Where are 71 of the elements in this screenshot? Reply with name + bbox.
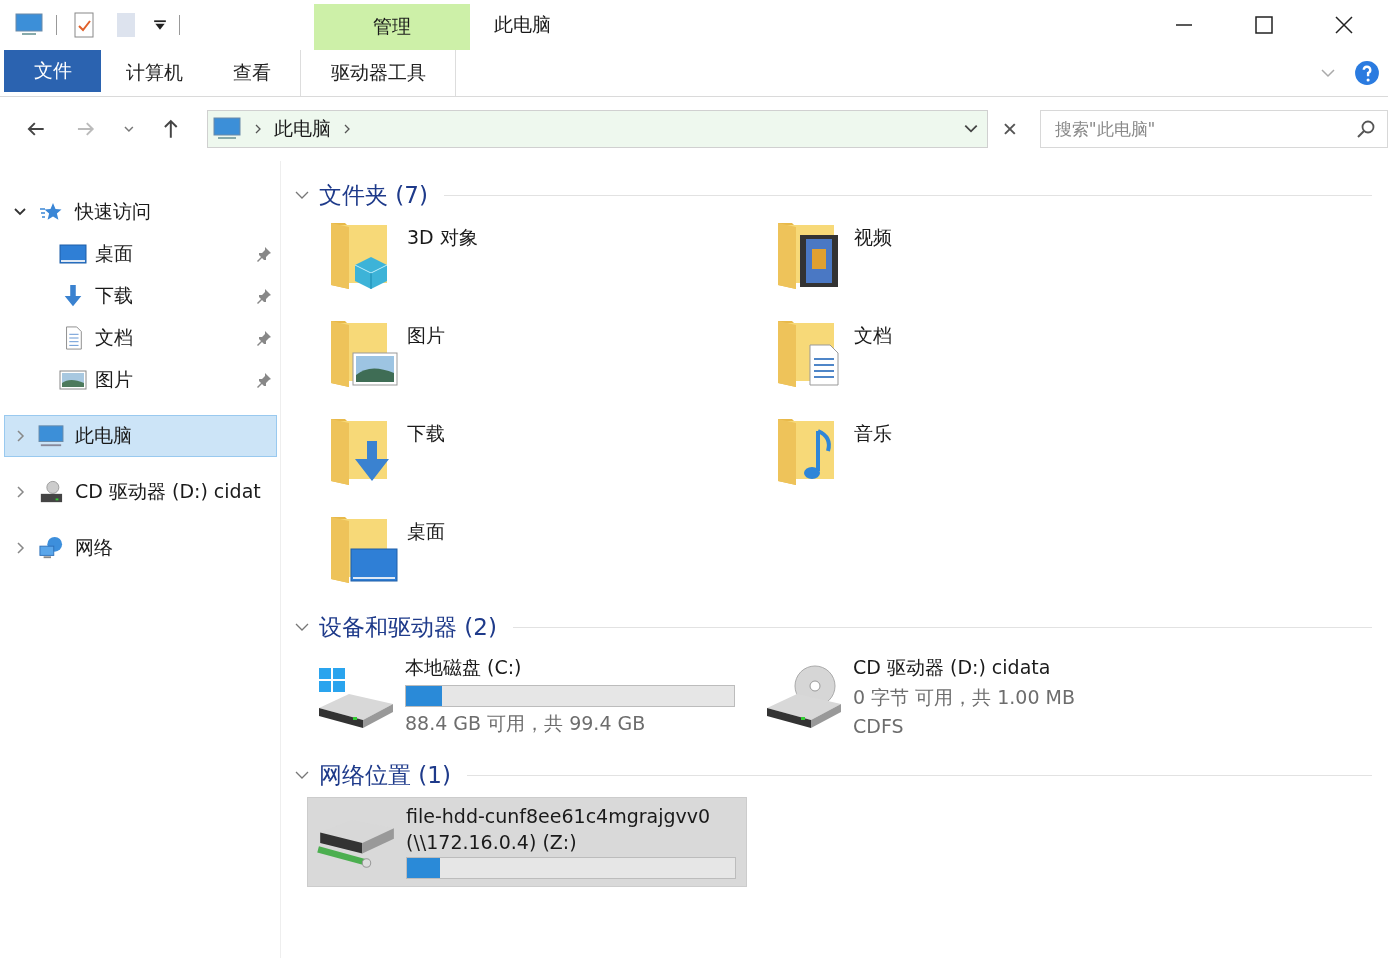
nav-label: CD 驱动器 (D:) cidat <box>75 479 261 504</box>
nav-item[interactable]: 桌面 <box>4 233 277 275</box>
nav-label: 桌面 <box>95 241 133 266</box>
folder-item[interactable]: 3D 对象 <box>327 217 774 315</box>
nav-label: 快速访问 <box>75 199 151 224</box>
group-header[interactable]: 文件夹 (7) <box>319 179 428 211</box>
ribbon-tab[interactable]: 查看 <box>208 50 296 96</box>
folder-item[interactable]: 视频 <box>774 217 1221 315</box>
drive-item[interactable]: file-hdd-cunf8ee61c4mgrajgvv0 (\\172.16.0.4) (Z:) <box>307 797 747 887</box>
nav-item[interactable]: 此电脑 <box>4 415 277 457</box>
folder-item[interactable]: 音乐 <box>774 413 1221 511</box>
drive-item[interactable]: 本地磁盘 (C:) 88.4 GB 可用，共 99.4 GB <box>307 649 747 743</box>
folder-name: 图片 <box>407 323 445 348</box>
nav-item[interactable]: 文档 <box>4 317 277 359</box>
dropdown-icon[interactable] <box>153 18 167 32</box>
computer-icon <box>37 424 65 448</box>
desktop-icon <box>59 242 87 266</box>
maximize-button[interactable] <box>1254 15 1274 35</box>
group-header[interactable]: 网络位置 (1) <box>319 759 451 791</box>
nav-label: 图片 <box>95 367 133 392</box>
file-tab[interactable]: 文件 <box>4 50 101 92</box>
file-system: CDFS <box>853 715 905 737</box>
folder-name: 视频 <box>854 225 892 250</box>
contextual-tab-group: 管理 <box>314 4 470 50</box>
help-icon[interactable] <box>1354 60 1380 86</box>
pin-icon[interactable] <box>256 372 272 388</box>
image-icon <box>59 368 87 392</box>
nav-item[interactable]: 快速访问 <box>4 191 277 233</box>
ribbon-tab[interactable]: 计算机 <box>101 50 208 96</box>
folder-name: 3D 对象 <box>407 225 478 250</box>
nav-label: 下载 <box>95 283 133 308</box>
nav-item[interactable]: CD 驱动器 (D:) cidat <box>4 471 277 513</box>
nav-item[interactable]: 下载 <box>4 275 277 317</box>
dropdown-icon[interactable] <box>963 123 979 135</box>
expand-ribbon-icon[interactable] <box>1320 68 1336 78</box>
nav-item[interactable]: 图片 <box>4 359 277 401</box>
nav-label: 网络 <box>75 535 113 560</box>
nav-item[interactable]: 网络 <box>4 527 277 569</box>
folder-name: 文档 <box>854 323 892 348</box>
nav-label: 此电脑 <box>75 423 132 448</box>
address-bar[interactable]: 此电脑 <box>206 110 988 148</box>
folder-item[interactable]: 图片 <box>327 315 774 413</box>
search-field[interactable]: 搜索"此电脑" <box>1039 110 1388 148</box>
drive-space: 0 字节 可用，共 1.00 MB <box>853 685 1075 710</box>
nav-label: 文档 <box>95 325 133 350</box>
folder-name: 音乐 <box>854 421 892 446</box>
drive-item[interactable]: CD 驱动器 (D:) cidata 0 字节 可用，共 1.00 MB CDFS <box>755 649 1195 743</box>
breadcrumb[interactable]: 此电脑 <box>273 116 331 142</box>
drive-space: 88.4 GB 可用，共 99.4 GB <box>405 711 647 736</box>
drive-tools-tab[interactable]: 驱动器工具 <box>300 50 456 96</box>
drive-name: file-hdd-cunf8ee61c4mgrajgvv0 <box>406 805 712 827</box>
breadcrumb-chevron-icon[interactable] <box>253 123 262 135</box>
close-button[interactable] <box>1334 15 1354 35</box>
breadcrumb-chevron-icon[interactable] <box>342 123 351 135</box>
network-icon <box>37 536 65 560</box>
folder-name: 桌面 <box>407 519 445 544</box>
drive-name: 本地磁盘 (C:) <box>405 655 523 680</box>
pin-icon[interactable] <box>256 330 272 346</box>
pin-icon[interactable] <box>256 246 272 262</box>
pin-icon[interactable] <box>256 288 272 304</box>
folder-item[interactable]: 下载 <box>327 413 774 511</box>
folder-name: 下载 <box>407 421 445 446</box>
window-title: 此电脑 <box>493 12 552 37</box>
folder-item[interactable]: 桌面 <box>327 511 774 609</box>
search-icon[interactable] <box>1356 119 1376 139</box>
group-header[interactable]: 设备和驱动器 (2) <box>319 611 497 643</box>
drive-name: CD 驱动器 (D:) cidata <box>853 655 1052 680</box>
clear-icon[interactable] <box>1002 121 1018 137</box>
drive-path: (\\172.16.0.4) (Z:) <box>406 831 578 853</box>
computer-icon <box>211 116 242 142</box>
folder-item[interactable]: 文档 <box>774 315 1221 413</box>
